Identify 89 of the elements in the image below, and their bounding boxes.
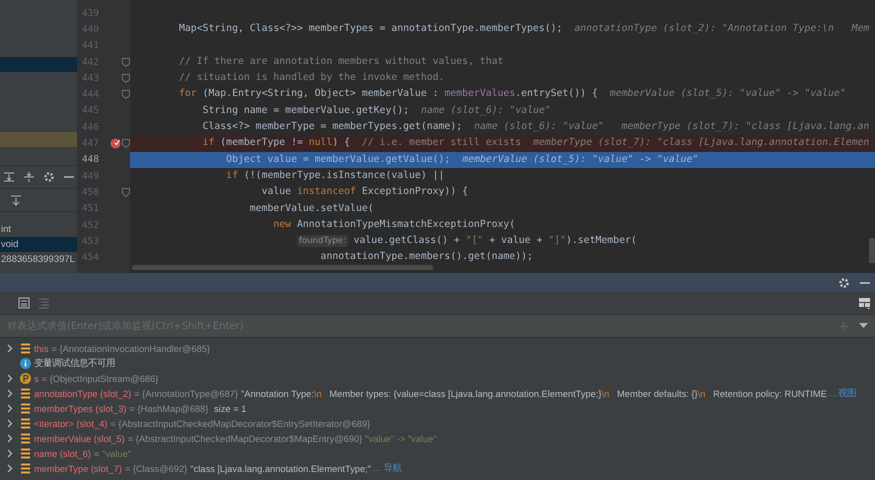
code-keyword: new bbox=[272, 218, 292, 230]
code-comment: // If there are annotation members without values, that bbox=[179, 56, 504, 67]
variable-type: = {AnnotationInvocationHandler@685} bbox=[51, 344, 210, 354]
step-over-icon[interactable] bbox=[3, 171, 15, 183]
calculator-icon[interactable] bbox=[18, 297, 30, 309]
code-text: memberValue.setValue( bbox=[248, 202, 374, 214]
variable-type: = {AbstractInputCheckedMapDecorator$EntrySetIterator@689} bbox=[110, 418, 370, 428]
variable-type: = {AnnotationType@687} bbox=[134, 388, 238, 398]
code-comment: // situation is handled by the invoke method. bbox=[179, 72, 444, 84]
code-text: Map<String, Class<?>> memberTypes = annotationType.memberTypes(); bbox=[179, 23, 562, 34]
variable-name: this bbox=[34, 344, 48, 354]
variable-name: <iterator> (slot_4) bbox=[34, 418, 108, 428]
code-text: (Map.Entry<String, Object> memberValue : bbox=[202, 88, 440, 100]
variable-name: name (slot_6) bbox=[34, 448, 91, 458]
variable-value: "value" -> "value" bbox=[365, 434, 437, 444]
code-keyword: if bbox=[225, 170, 238, 181]
code-text: .entrySet()) { bbox=[515, 88, 598, 100]
variable-name: memberType (slot_7) bbox=[34, 464, 122, 474]
variable-name: memberValue (slot_5) bbox=[34, 434, 125, 444]
code-field: memberValues bbox=[444, 88, 516, 100]
field-icon bbox=[20, 388, 31, 399]
code-text: Object value = memberValue.getValue(); bbox=[225, 154, 450, 165]
code-keyword: for bbox=[179, 88, 197, 100]
variable-value: \n bbox=[314, 388, 322, 398]
field-icon bbox=[20, 418, 31, 429]
field-icon bbox=[20, 448, 31, 459]
field-icon bbox=[20, 463, 31, 474]
watch-item[interactable]: void bbox=[0, 237, 77, 252]
variable-value: "class [Ljava.lang.annotation.ElementType;" bbox=[190, 464, 372, 474]
variable-type: = bbox=[94, 448, 100, 458]
variable-name: annotationType (slot_2) bbox=[34, 388, 132, 398]
code-text: Class<?> memberType = memberTypes.get(name); bbox=[202, 121, 462, 132]
split-icon[interactable] bbox=[23, 171, 35, 183]
view-link[interactable]: ... 导航 bbox=[373, 462, 402, 475]
code-text: value bbox=[260, 186, 292, 198]
code-text: annotationType.members().get(name)); bbox=[320, 251, 533, 262]
variable-value: size = 1 bbox=[213, 404, 246, 414]
variable-value: \n bbox=[602, 388, 610, 398]
variable-type: = {Class@692} bbox=[124, 464, 188, 474]
inline-value-hint: memberValue (slot_5): "value" -> "value" bbox=[610, 88, 846, 100]
vertical-scrollbar[interactable] bbox=[869, 238, 875, 263]
code-string: "]" bbox=[548, 235, 566, 246]
code-keyword: instanceof bbox=[296, 186, 356, 198]
variable-name: 变量调试信息不可用 bbox=[34, 357, 115, 370]
parameter-hint: foundType: bbox=[296, 235, 348, 248]
info-icon bbox=[20, 358, 31, 369]
variable-type: = {HashMap@688} bbox=[129, 404, 208, 414]
code-text: (memberType != bbox=[219, 137, 304, 148]
code-text: AnnotationTypeMismatchExceptionProxy( bbox=[296, 218, 516, 230]
field-icon bbox=[20, 343, 31, 354]
inline-value-hint: name (slot_6): "value" bbox=[421, 104, 551, 116]
code-text: (!(memberType.isInstance(value) || bbox=[242, 170, 444, 181]
watch-item[interactable]: int bbox=[0, 222, 77, 237]
field-icon bbox=[20, 433, 31, 444]
variable-type: = {AbstractInputCheckedMapDecorator$MapEntry@690} bbox=[128, 434, 362, 444]
caret-icon[interactable] bbox=[859, 323, 868, 329]
parameter-icon bbox=[20, 373, 31, 384]
variable-value: "value" bbox=[102, 448, 132, 458]
code-text: ExceptionProxy)) { bbox=[360, 186, 468, 198]
variable-type: = {ObjectInputStream@686} bbox=[42, 374, 158, 384]
line-number: 448 bbox=[80, 154, 99, 166]
code-text: String name = memberValue.getKey(); bbox=[202, 104, 410, 116]
variable-name: memberTypes (slot_3) bbox=[34, 404, 126, 414]
variable-value: Member defaults: {} bbox=[616, 388, 698, 398]
code-text: ).setMember( bbox=[566, 235, 637, 246]
layout-icon[interactable] bbox=[858, 296, 871, 310]
watch-item[interactable]: 2883658399397L bbox=[0, 252, 77, 267]
horizontal-scrollbar[interactable] bbox=[132, 265, 433, 270]
code-text: ) { bbox=[332, 137, 352, 148]
variable-value: "Annotation Type: bbox=[240, 388, 314, 398]
code-string: "[" bbox=[466, 235, 484, 246]
inline-value-hint: memberType (slot_7): "class [Ljava.lang.annotation.Elemen bbox=[533, 137, 870, 148]
variable-value: Member types: {value=class [Ljava.lang.annotation.ElementType;} bbox=[328, 388, 602, 398]
code-text: value.getClass() + bbox=[352, 235, 461, 246]
code-keyword: if bbox=[202, 137, 214, 148]
inline-value-hint: name (slot_6): "value" memberType (slot_7): "class [Ljava.lang.an bbox=[474, 121, 870, 132]
code-comment: // i.e. member still exists bbox=[362, 137, 522, 148]
breakpoint-icon[interactable] bbox=[110, 138, 121, 150]
code-text: + value + bbox=[488, 235, 544, 246]
variable-value: \n bbox=[698, 388, 706, 398]
download-icon[interactable] bbox=[10, 194, 22, 206]
inline-value-hint: annotationType (slot_2): "Annotation Type:\n Mem bbox=[574, 23, 870, 34]
view-link[interactable]: …视图 bbox=[828, 387, 856, 400]
variable-value: Retention policy: RUNTIME bbox=[712, 388, 827, 398]
code-keyword: null bbox=[308, 137, 332, 148]
field-icon bbox=[20, 403, 31, 414]
inline-value-hint: memberValue (slot_5): "value" -> "value" bbox=[462, 154, 698, 165]
variable-name: s bbox=[34, 374, 39, 384]
fold-icon[interactable] bbox=[122, 188, 130, 197]
